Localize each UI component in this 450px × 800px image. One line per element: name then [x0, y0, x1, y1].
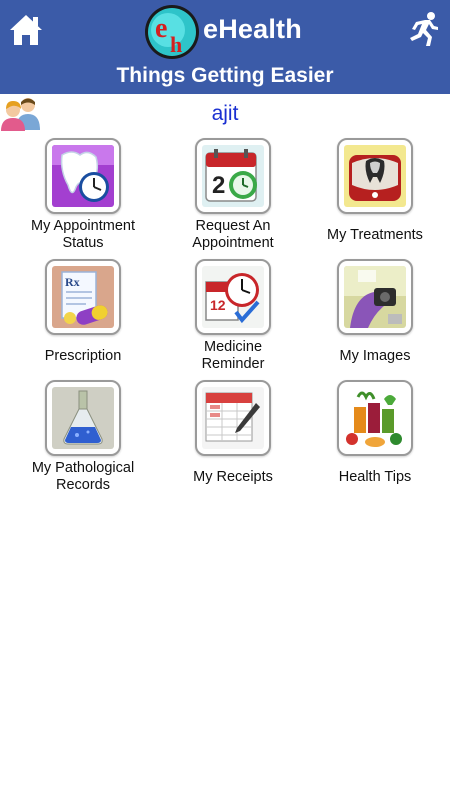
lab-flask-icon — [52, 387, 114, 449]
menu-item-my-treatments[interactable]: My Treatments — [300, 138, 450, 258]
spreadsheet-pen-icon — [202, 387, 264, 449]
menu-item-label: My Treatments — [327, 227, 423, 243]
menu-item-label: Prescription — [44, 348, 122, 364]
menu-item-label: Request An Appointment — [192, 218, 274, 251]
svg-text:Rx: Rx — [65, 275, 80, 289]
home-button[interactable] — [8, 12, 44, 48]
menu-item-prescription[interactable]: Rx Prescription — [8, 259, 158, 379]
camera-photo-icon — [344, 266, 406, 328]
menu-item-label: Health Tips — [338, 469, 412, 485]
calendar-clock-icon: 2 — [202, 145, 264, 207]
menu-item-medicine-reminder[interactable]: 12 Medicine Reminder — [158, 259, 308, 379]
menu-item-label: My Images — [339, 348, 411, 364]
menu-item-health-tips[interactable]: Health Tips — [300, 380, 450, 500]
menu-item-label: Medicine Reminder — [201, 339, 265, 372]
menu-item-label: My Appointment Status — [31, 218, 135, 251]
menu-item-request-appointment[interactable]: 2 Request An Appointment — [158, 138, 308, 258]
tooth-clock-icon — [52, 145, 114, 207]
menu-item-my-receipts[interactable]: My Receipts — [158, 380, 308, 500]
svg-text:e: e — [155, 13, 167, 44]
menu-item-appointment-status[interactable]: My Appointment Status — [8, 138, 158, 258]
dental-xray-icon — [344, 145, 406, 207]
app-logo: e h — [144, 4, 200, 60]
prescription-pill-icon: Rx — [52, 266, 114, 328]
calendar-alarm-icon: 12 — [202, 266, 264, 328]
home-icon — [10, 15, 42, 45]
svg-text:2: 2 — [212, 172, 225, 199]
running-man-icon — [410, 12, 438, 46]
username-label: ajit — [211, 102, 239, 125]
app-tagline: Things Getting Easier — [116, 64, 334, 87]
menu-item-pathological-records[interactable]: My Pathological Records — [8, 380, 158, 500]
menu-item-label: My Receipts — [193, 469, 273, 485]
svg-text:h: h — [170, 32, 182, 57]
app-header: e h eHealth Things Getting Easier — [0, 0, 450, 94]
vegetables-juice-icon — [344, 387, 406, 449]
svg-text:12: 12 — [210, 297, 226, 313]
menu-item-my-images[interactable]: My Images — [300, 259, 450, 379]
exit-button[interactable] — [404, 10, 442, 48]
menu-item-label: My Pathological Records — [31, 460, 135, 493]
app-title: eHealth — [203, 14, 302, 44]
